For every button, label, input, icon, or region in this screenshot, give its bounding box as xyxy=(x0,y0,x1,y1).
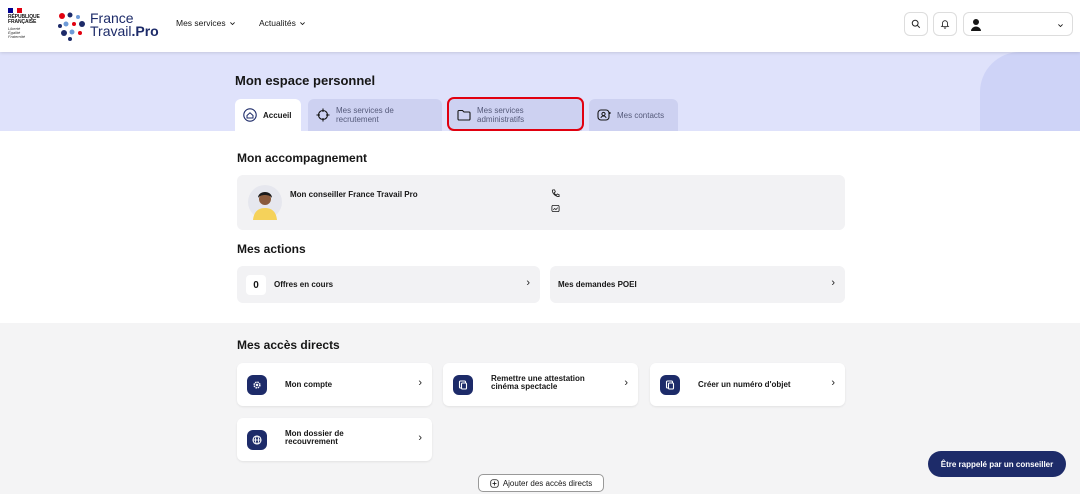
section-title-acces: Mes accès directs xyxy=(237,338,340,352)
document-icon xyxy=(660,375,680,395)
acces-dossier-recouvrement[interactable]: Mon dossier de recouvrement › xyxy=(237,418,432,461)
chevron-right-icon: › xyxy=(831,377,835,389)
callback-button[interactable]: Être rappelé par un conseiller xyxy=(928,451,1066,477)
plus-circle-icon xyxy=(490,478,499,488)
crosshair-icon xyxy=(316,108,330,122)
decorative-shape xyxy=(980,52,1080,131)
chevron-right-icon: › xyxy=(526,277,530,289)
phone-icon[interactable] xyxy=(551,189,560,198)
home-icon xyxy=(243,108,257,122)
chevron-right-icon: › xyxy=(624,377,628,389)
acces-attestation-cinema[interactable]: Remettre une attestation cinéma spectacl… xyxy=(443,363,638,406)
globe-icon xyxy=(247,430,267,450)
acces-numero-objet-label: Créer un numéro d'objet xyxy=(698,380,791,389)
top-bar: RÉPUBLIQUE FRANÇAISE Liberté Égalité Fra… xyxy=(0,0,1080,52)
nav-actualites-label: Actualités xyxy=(259,18,296,28)
document-icon xyxy=(453,375,473,395)
contact-icon xyxy=(597,109,611,121)
french-flag-icon xyxy=(8,8,23,13)
search-button[interactable] xyxy=(904,12,928,36)
tab-services-administratifs-label: Mes services administratifs xyxy=(477,106,525,124)
nav-actualites[interactable]: Actualités xyxy=(259,18,306,28)
france-travail-logo-icon[interactable] xyxy=(56,10,88,42)
nav-mes-services[interactable]: Mes services xyxy=(176,18,236,28)
user-icon xyxy=(971,19,981,31)
tab-accueil-label: Accueil xyxy=(263,110,292,120)
message-icon[interactable] xyxy=(551,204,560,213)
devise-3: Fraternité xyxy=(8,34,26,39)
page-title: Mon espace personnel xyxy=(235,73,376,88)
chevron-down-icon xyxy=(1058,24,1063,28)
nav-mes-services-label: Mes services xyxy=(176,18,226,28)
tab-services-recrutement[interactable]: Mes services de recrutement xyxy=(308,99,442,131)
chevron-right-icon: › xyxy=(831,277,835,289)
tab-mes-contacts-label: Mes contacts xyxy=(617,110,665,120)
add-direct-access-button[interactable]: Ajouter des accès directs xyxy=(478,474,604,492)
acces-mon-compte-label: Mon compte xyxy=(285,380,333,389)
demandes-poei-card[interactable]: Mes demandes POEI › xyxy=(550,266,845,303)
callback-label: Être rappelé par un conseiller xyxy=(940,459,1054,469)
user-menu[interactable] xyxy=(963,12,1073,36)
chevron-right-icon: › xyxy=(418,377,422,389)
poei-label: Mes demandes POEI xyxy=(558,280,637,289)
avatar xyxy=(248,185,282,220)
tab-services-recrutement-label: Mes services de recrutement xyxy=(336,106,394,124)
brand-suffix: .Pro xyxy=(131,23,159,39)
conseiller-label: Mon conseiller France Travail Pro xyxy=(290,190,418,199)
chevron-down-icon xyxy=(229,21,235,25)
acces-attestation-label: Remettre une attestation cinéma spectacl… xyxy=(491,374,585,391)
conseiller-card: Mon conseiller France Travail Pro xyxy=(237,175,845,230)
search-icon xyxy=(911,19,921,29)
gear-icon xyxy=(247,375,267,395)
tab-accueil[interactable]: Accueil xyxy=(235,99,301,131)
section-title-actions: Mes actions xyxy=(237,242,306,256)
acces-mon-compte[interactable]: Mon compte › xyxy=(237,363,432,406)
chevron-down-icon xyxy=(299,21,305,25)
republique-francaise-logo[interactable]: RÉPUBLIQUE FRANÇAISE Liberté Égalité Fra… xyxy=(8,8,52,44)
acces-numero-objet[interactable]: Créer un numéro d'objet › xyxy=(650,363,845,406)
add-direct-access-label: Ajouter des accès directs xyxy=(502,478,593,488)
acces-dossier-label: Mon dossier de recouvrement xyxy=(285,429,344,446)
notifications-button[interactable] xyxy=(933,12,957,36)
offres-count: 0 xyxy=(246,275,266,295)
republique-line-2: FRANÇAISE xyxy=(8,19,37,25)
brand-name[interactable]: France Travail.Pro xyxy=(90,11,159,39)
offres-en-cours-card[interactable]: 0 Offres en cours › xyxy=(237,266,540,303)
tab-services-administratifs[interactable]: Mes services administratifs xyxy=(449,99,582,131)
offres-label: Offres en cours xyxy=(274,280,334,289)
folder-icon xyxy=(457,109,471,121)
section-title-accompagnement: Mon accompagnement xyxy=(237,151,368,165)
tab-mes-contacts[interactable]: Mes contacts xyxy=(589,99,678,131)
bell-icon xyxy=(940,20,950,29)
brand-line-2: Travail xyxy=(90,23,132,39)
chevron-right-icon: › xyxy=(418,432,422,444)
acces-directs-section xyxy=(0,323,1080,494)
